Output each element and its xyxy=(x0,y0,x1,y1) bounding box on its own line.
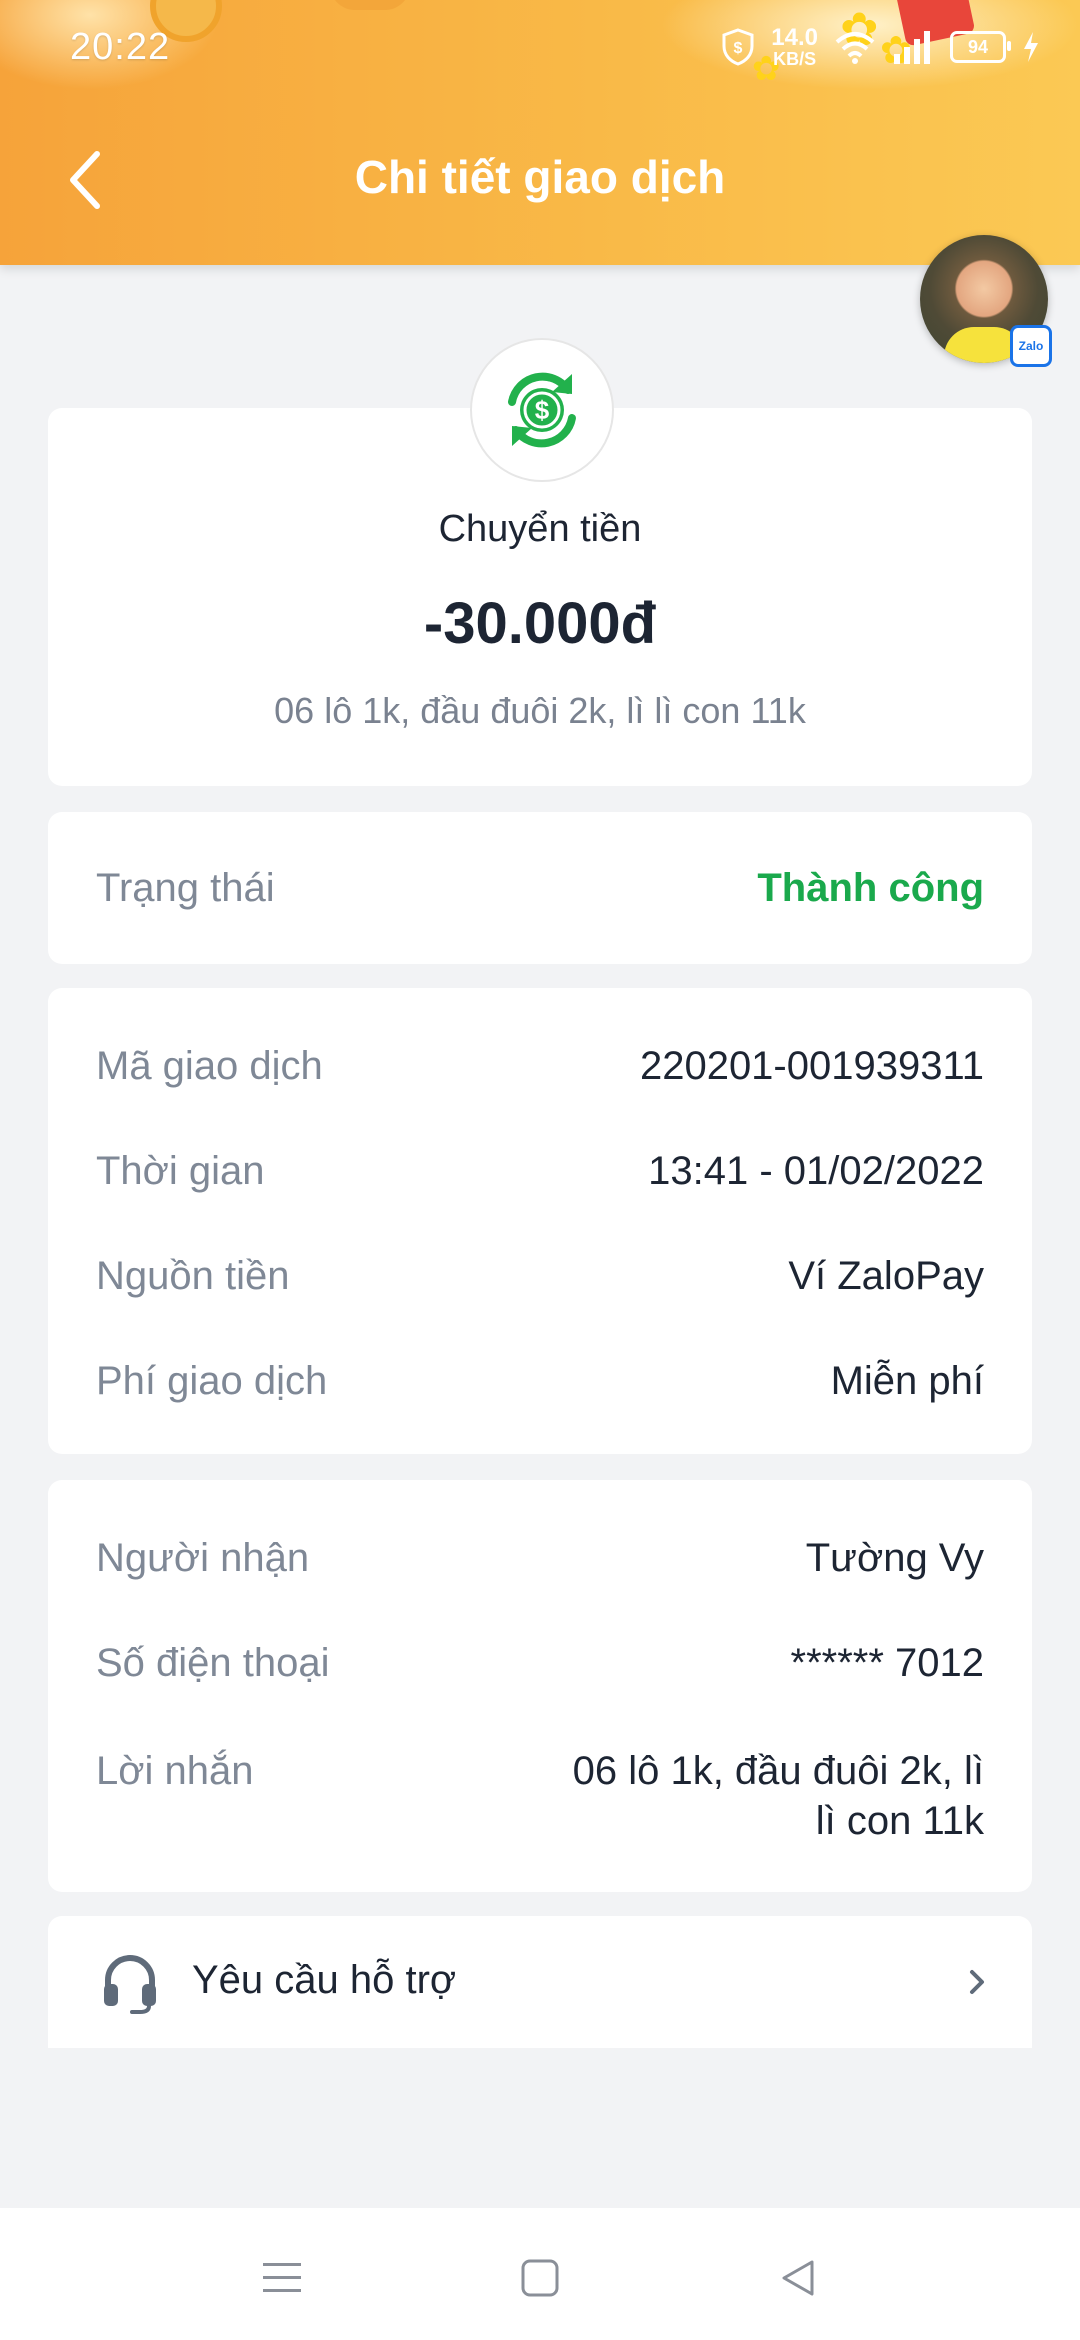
support-request-button[interactable]: Yêu cầu hỗ trợ xyxy=(48,1916,1032,2048)
transaction-id-value: 220201-001939311 xyxy=(639,1044,984,1088)
app-header: ✿ ✿ ✿ 20:22 $ 14.0 KB/S 94 Chi tiết giao… xyxy=(0,0,1080,265)
transaction-type: Chuyển tiền xyxy=(438,508,642,550)
recipient-message-value: 06 lô 1k, đầu đuôi 2k, lì lì con 11k xyxy=(573,1746,984,1846)
detail-label: Phí giao dịch xyxy=(96,1359,328,1403)
recipient-label: Số điện thoại xyxy=(96,1641,330,1685)
status-row: Trạng thái Thành công xyxy=(96,866,984,911)
message-line-2: lì con 11k xyxy=(815,1799,984,1843)
battery-level: 94 xyxy=(967,36,989,57)
message-line-1: 06 lô 1k, đầu đuôi 2k, lì xyxy=(572,1749,984,1793)
recipient-label: Người nhận xyxy=(96,1536,310,1580)
support-request-label: Yêu cầu hỗ trợ xyxy=(192,1958,457,2002)
page-title: Chi tiết giao dịch xyxy=(354,151,726,203)
home-button[interactable] xyxy=(510,2248,570,2308)
detail-row-source: Nguồn tiền Ví ZaloPay xyxy=(96,1254,984,1299)
network-speed: 14.0 KB/S xyxy=(771,24,818,69)
triangle-back-icon xyxy=(782,2260,814,2296)
menu-icon xyxy=(263,2263,301,2292)
recipient-row-name: Người nhận Tường Vy xyxy=(96,1536,984,1581)
recipient-card: Người nhận Tường Vy Số điện thoại ******… xyxy=(48,1480,1032,1892)
status-time: 20:22 xyxy=(70,26,171,68)
recipient-phone-value: ****** 7012 xyxy=(790,1641,985,1685)
status-bar: 20:22 $ 14.0 KB/S 94 xyxy=(0,0,1080,95)
battery-icon: 94 xyxy=(950,31,1011,63)
transaction-note: 06 lô 1k, đầu đuôi 2k, lì lì con 11k xyxy=(274,690,806,731)
detail-row-fee: Phí giao dịch Miễn phí xyxy=(96,1359,984,1404)
recent-apps-button[interactable] xyxy=(252,2248,312,2308)
svg-text:$: $ xyxy=(734,40,743,57)
charging-icon xyxy=(1024,32,1038,62)
fee-value: Miễn phí xyxy=(830,1359,984,1403)
recipient-row-phone: Số điện thoại ****** 7012 xyxy=(96,1641,984,1686)
detail-label: Mã giao dịch xyxy=(96,1044,323,1088)
system-navigation-bar xyxy=(0,2208,1080,2340)
wifi-icon xyxy=(835,32,875,64)
money-transfer-icon-wrapper: $ xyxy=(470,338,614,482)
transaction-time-value: 13:41 - 01/02/2022 xyxy=(648,1149,984,1193)
status-value: Thành công xyxy=(757,866,984,910)
recipient-label: Lời nhắn xyxy=(96,1749,254,1793)
recipient-name-value: Tường Vy xyxy=(805,1536,984,1580)
system-back-button[interactable] xyxy=(768,2248,828,2308)
transaction-amount: -30.000đ xyxy=(423,591,657,656)
status-card: Trạng thái Thành công xyxy=(48,812,1032,964)
headset-icon xyxy=(104,1955,156,2014)
svg-text:$: $ xyxy=(535,395,550,425)
signal-icon xyxy=(894,31,930,64)
status-label: Trạng thái xyxy=(96,866,275,910)
zalo-badge: Zalo xyxy=(1010,325,1052,367)
transaction-details-card: Mã giao dịch 220201-001939311 Thời gian … xyxy=(48,988,1032,1454)
detail-label: Nguồn tiền xyxy=(96,1254,290,1298)
network-speed-value: 14.0 xyxy=(771,24,818,51)
network-speed-unit: KB/S xyxy=(773,49,817,69)
detail-row-transaction-id: Mã giao dịch 220201-001939311 xyxy=(96,1044,984,1089)
detail-label: Thời gian xyxy=(96,1149,265,1193)
money-transfer-icon: $ xyxy=(508,372,576,448)
chevron-right-icon xyxy=(970,1970,984,1994)
shield-icon: $ xyxy=(722,28,754,66)
recipient-row-message: Lời nhắn 06 lô 1k, đầu đuôi 2k, lì lì co… xyxy=(96,1746,984,1846)
square-icon xyxy=(521,2259,559,2297)
fund-source-value: Ví ZaloPay xyxy=(788,1254,984,1298)
status-icons: $ 14.0 KB/S 94 xyxy=(721,22,1040,72)
detail-row-time: Thời gian 13:41 - 01/02/2022 xyxy=(96,1149,984,1194)
